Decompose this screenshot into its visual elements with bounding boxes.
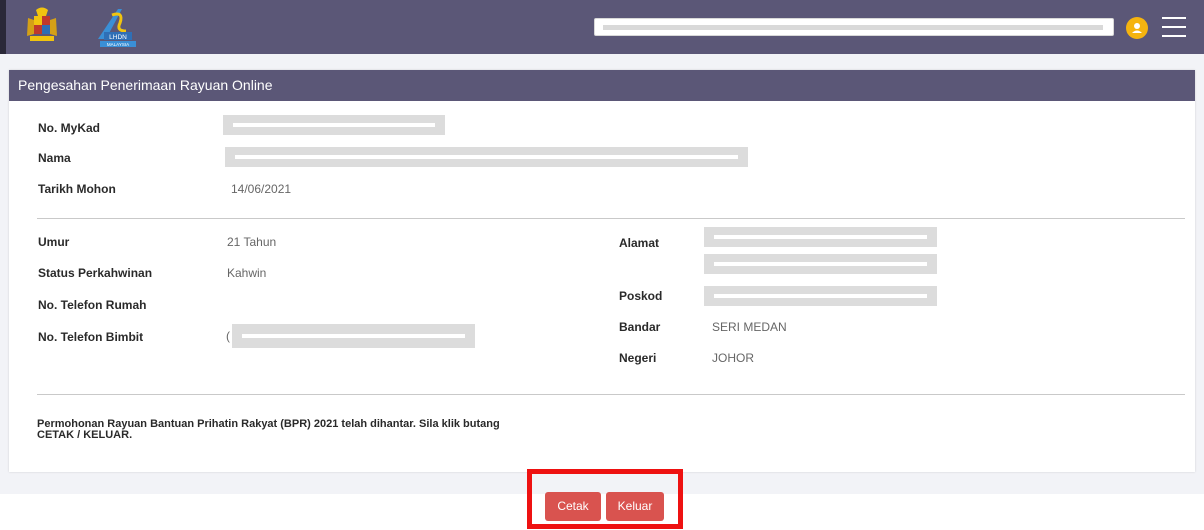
alamat-line1-redacted	[704, 227, 937, 247]
tarikh-mohon-value: 14/06/2021	[231, 182, 292, 196]
jata-negara-crest-icon	[27, 7, 57, 41]
poskod-label: Poskod	[619, 289, 663, 303]
mykad-label: No. MyKad	[38, 121, 101, 135]
alamat-label: Alamat	[619, 236, 660, 250]
nama-label: Nama	[38, 151, 71, 165]
cetak-button[interactable]: Cetak	[545, 492, 601, 521]
telefon-bimbit-label: No. Telefon Bimbit	[38, 330, 144, 344]
svg-text:LHDN: LHDN	[109, 34, 127, 41]
section-divider	[37, 218, 1185, 219]
tarikh-mohon-label: Tarikh Mohon	[38, 182, 116, 196]
mykad-value-redacted	[223, 115, 445, 135]
card-title: Pengesahan Penerimaan Rayuan Online	[9, 70, 1195, 101]
user-icon[interactable]	[1126, 17, 1148, 39]
bandar-value: SERI MEDAN	[712, 320, 787, 334]
umur-label: Umur	[38, 235, 70, 249]
negeri-label: Negeri	[619, 351, 657, 365]
telefon-rumah-label: No. Telefon Rumah	[38, 298, 147, 312]
confirmation-message: Permohonan Rayuan Bantuan Prihatin Rakya…	[37, 418, 500, 441]
poskod-redacted	[704, 286, 937, 306]
nama-value-redacted	[225, 147, 748, 167]
negeri-value: JOHOR	[712, 351, 754, 365]
section-divider-bottom	[37, 394, 1185, 395]
telefon-bimbit-redacted	[232, 324, 475, 348]
telefon-bimbit-prefix: (	[226, 329, 230, 343]
umur-value: 21 Tahun	[227, 235, 277, 249]
status-perkahwinan-value: Kahwin	[227, 266, 267, 280]
bandar-label: Bandar	[619, 320, 661, 334]
top-navbar: LHDN MALAYSIA	[0, 0, 1204, 54]
redacted-user-name-field	[594, 18, 1114, 36]
confirmation-card: Pengesahan Penerimaan Rayuan Online No. …	[9, 70, 1195, 472]
menu-icon[interactable]	[1162, 17, 1186, 39]
keluar-button[interactable]: Keluar	[606, 492, 664, 521]
lhdn-logo-icon: LHDN MALAYSIA	[98, 9, 136, 47]
status-perkahwinan-label: Status Perkahwinan	[38, 266, 153, 280]
svg-text:MALAYSIA: MALAYSIA	[107, 42, 129, 47]
alamat-line2-redacted	[704, 254, 937, 274]
